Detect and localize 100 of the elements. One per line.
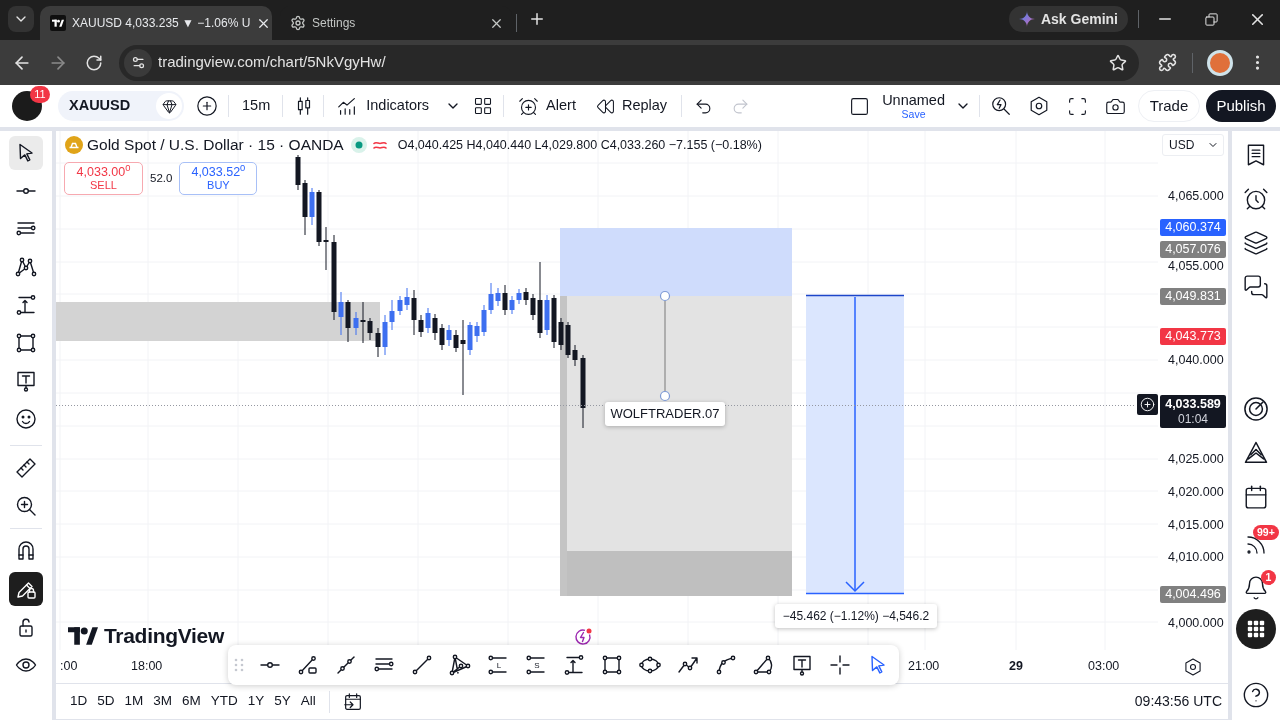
fullscreen-icon[interactable] [1066,95,1088,117]
replay-button[interactable]: Replay [589,91,674,121]
alarm-clock-icon[interactable] [1243,186,1269,212]
curve-icon[interactable] [714,653,738,677]
buy-button[interactable]: 4,033.52$^{0}$ BUY [179,162,258,195]
price-label: 4,057.076 [1160,241,1226,258]
plus-circle-icon[interactable] [1137,394,1158,415]
settings-icon[interactable] [1183,656,1203,677]
toggle-button[interactable] [9,572,43,606]
layout-name-button[interactable]: Unnamed Save [882,92,945,120]
spread-value: 52.0 [150,170,173,186]
alarm-plus-icon [518,95,540,117]
address-bar[interactable]: tradingview.com/chart/5NkVgyHw/ [119,44,1139,81]
coin-icon [65,136,83,154]
chat-icon[interactable] [1243,274,1269,300]
notification-badge: 99+ [1253,525,1279,540]
reload-icon[interactable] [85,53,103,72]
time-tick: 03:00 [1088,658,1120,674]
settings-icon[interactable] [1028,95,1050,117]
layers-icon[interactable] [1243,230,1269,256]
range-button[interactable]: 5Y [269,688,296,715]
apps-button[interactable] [1236,609,1276,649]
tab-list-button[interactable] [8,6,34,32]
price-tick: 4,020.000 [1168,484,1224,500]
target-icon[interactable] [1242,395,1270,423]
countdown-timer: 01:04 [1178,411,1208,427]
drawing-label[interactable]: WOLFTRADER.07 [605,402,725,426]
bookmark-star-icon[interactable] [1109,53,1127,72]
help-icon[interactable] [1242,681,1270,709]
text-icon[interactable] [790,653,814,677]
price-label: 4,043.773 [1160,328,1226,345]
price-tick: 4,055.000 [1168,258,1224,274]
range-button[interactable]: 1Y [242,688,270,715]
indicators-button[interactable]: Indicators [330,91,436,121]
layout-grid-icon[interactable] [473,96,494,116]
drag-handle-icon[interactable] [232,658,246,672]
currency-button[interactable]: USD [1162,134,1224,156]
lightning-search-icon[interactable] [990,95,1012,117]
rectangle-icon [14,331,38,355]
rectangle-icon[interactable] [600,653,624,677]
smiley-icon [14,407,38,431]
logo-icon [68,625,98,646]
lightning-icon[interactable] [574,628,592,646]
calendar-icon[interactable] [1243,484,1269,510]
url-text: tradingview.com/chart/5NkVgyHw/ [158,52,386,73]
logo-text: TradingView [104,623,224,649]
text-icon [14,369,38,393]
measure-label: −45.462 (−1.12%) −4,546.2 [775,604,937,628]
interval-button[interactable]: 15m [234,91,279,121]
price-tick: 4,065.000 [1168,188,1224,204]
crosshair-icon[interactable] [828,653,852,677]
line-handle[interactable] [659,390,671,402]
site-info-icon[interactable] [124,48,152,77]
measure-icon [14,293,38,317]
price-label: 4,004.496 [1160,586,1226,603]
range-button[interactable]: 6M [177,688,206,715]
range-button[interactable]: 5D [92,688,120,715]
range-button[interactable]: YTD [205,688,243,715]
time-tick: 29 [1009,658,1023,674]
line-box-icon[interactable] [296,653,320,677]
price-label: 4,049.831 [1160,288,1226,305]
plus-circle-icon[interactable] [196,95,218,117]
status-dot-icon [350,137,367,153]
zoom-in-icon [14,494,38,518]
pattern-icon [14,255,38,279]
bell-icon[interactable] [1243,575,1269,601]
last-price: 4,033.589 [1165,396,1221,412]
settings-icon [290,15,306,31]
range-button[interactable]: 1D [65,688,93,715]
price-tick: 4,010.000 [1168,549,1224,565]
range-button[interactable]: 3M [148,688,178,715]
time-tick: 18:00 [131,658,163,674]
new-tab-icon[interactable] [528,10,546,28]
symbol-search-button[interactable]: XAUUSD [58,91,184,121]
ask-gemini-button[interactable]: Ask Gemini [1008,6,1128,32]
utc-clock[interactable]: 09:43:56 UTC [1134,691,1222,712]
range-button[interactable]: All [295,688,321,715]
profile-avatar[interactable] [1207,49,1233,76]
measure-zone[interactable] [805,294,905,595]
triangle-pattern-icon[interactable] [448,653,472,677]
horizontal-line-icon[interactable] [260,662,280,668]
symbol-title[interactable]: Gold Spot / U.S. Dollar · 15 · OANDA [87,133,344,157]
range-button[interactable]: 1M [119,688,149,715]
trend-line-icon[interactable] [410,653,434,677]
square-icon[interactable] [849,95,871,117]
zone-rectangle[interactable] [56,302,380,341]
tool-button[interactable] [9,136,43,170]
line-handle[interactable] [659,290,671,302]
measure-icon[interactable] [562,653,586,677]
price-label: 4,060.374 [1160,219,1226,236]
ohlc-values: O4,040.425 H4,040.440 L4,029.800 C4,033.260 −7.155 (−0.18%) [397,136,762,154]
price-tick: 4,000.000 [1168,615,1224,631]
publish-button[interactable]: Publish [1206,90,1276,122]
horizontal-line-icon [16,188,36,194]
calendar-icon[interactable] [341,690,364,713]
sell-button[interactable]: 4,033.00$^{0}$ SELL [64,162,143,195]
extensions-icon[interactable] [1157,53,1177,72]
alert-button[interactable]: Alert [512,91,582,121]
restore-icon[interactable] [1203,11,1219,27]
browser-tab[interactable]: XAUUSD 4,033.235 ▼ −1.06% U [40,6,272,40]
